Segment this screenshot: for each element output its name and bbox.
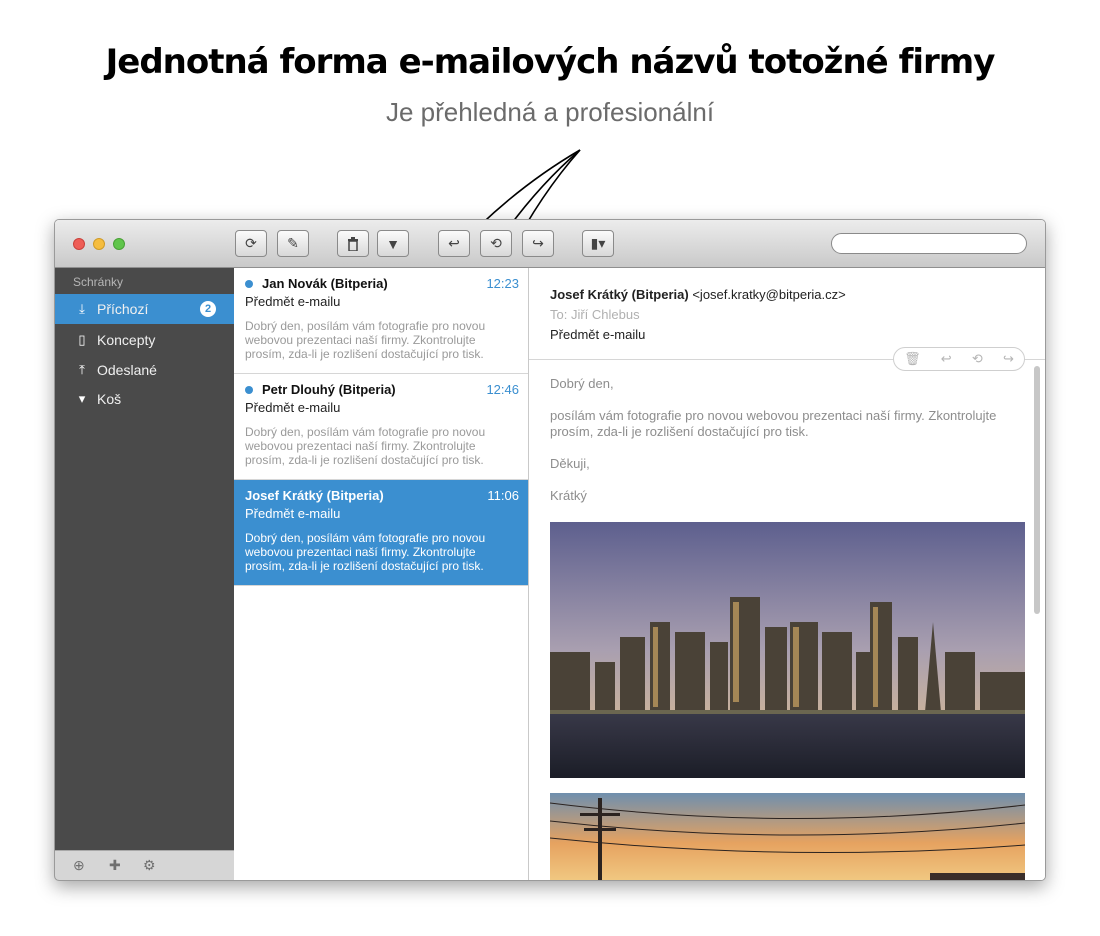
message-reader: Josef Krátký (Bitperia) <josef.kratky@bi…	[529, 268, 1045, 880]
sidebar-item-label: Odeslané	[97, 362, 157, 378]
body-thanks: Děkuji,	[550, 456, 590, 471]
forward-button[interactable]: ↪	[522, 230, 554, 257]
trash-icon	[348, 236, 358, 251]
sidebar-item-label: Koncepty	[97, 332, 156, 348]
body-signature: Krátký	[550, 488, 587, 503]
message-item[interactable]: Jan Novák (Bitperia) 12:23 Předmět e-mai…	[234, 268, 528, 374]
message-sender: Josef Krátký (Bitperia)	[245, 488, 384, 503]
forward-icon[interactable]: ↪	[1003, 351, 1014, 367]
reader-sender-name: Josef Krátký (Bitperia)	[550, 287, 689, 302]
compose-button[interactable]: ✎	[277, 230, 309, 257]
message-subject: Předmět e-mailu	[245, 294, 341, 309]
reply-button[interactable]: ↩	[438, 230, 470, 257]
title-bar: ⟳ ✎ ▼ ↩ ⟲ ↪ ▮▾ ⌕	[55, 220, 1045, 268]
message-list: Jan Novák (Bitperia) 12:23 Předmět e-mai…	[234, 268, 529, 880]
sidebar-heading: Schránky	[73, 275, 124, 289]
trash-icon[interactable]: 🗑︎	[904, 351, 921, 367]
reply-all-button[interactable]: ⟲	[480, 230, 512, 257]
unread-dot	[245, 279, 253, 288]
reader-sender-email: <josef.kratky@bitperia.cz>	[692, 287, 846, 302]
message-sender: Jan Novák (Bitperia)	[262, 276, 388, 291]
unread-count-badge: 2	[200, 301, 216, 317]
reply-icon: ↩	[448, 235, 460, 251]
sent-icon: ⤒	[79, 362, 85, 377]
message-preview: Dobrý den, posílám vám fotografie pro no…	[245, 319, 486, 361]
mail-window: ⟳ ✎ ▼ ↩ ⟲ ↪ ▮▾ ⌕ Schránky ⤓ Příchozí	[54, 219, 1046, 881]
message-preview: Dobrý den, posílám vám fotografie pro no…	[245, 531, 486, 573]
forward-icon: ↪	[532, 235, 544, 251]
sidebar-item-label: Koš	[97, 391, 122, 407]
close-window-button[interactable]	[73, 238, 85, 250]
search-input[interactable]	[831, 233, 1027, 254]
message-time: 11:06	[487, 488, 519, 503]
reader-subject: Předmět e-mailu	[550, 327, 646, 342]
sidebar-item-drafts[interactable]: ▯ Koncepty	[55, 325, 234, 355]
sidebar-item-trash[interactable]: ▾ Koš	[55, 384, 234, 414]
upload-icon[interactable]: ⊕	[73, 857, 85, 874]
message-time: 12:46	[486, 382, 519, 397]
message-item[interactable]: Petr Dlouhý (Bitperia) 12:46 Předmět e-m…	[234, 374, 528, 480]
sidebar-item-sent[interactable]: ⤒ Odeslané	[55, 355, 234, 385]
message-time: 12:23	[486, 276, 519, 291]
reply-all-icon: ⟲	[490, 235, 502, 251]
reader-actions: 🗑︎ ↩ ⟲ ↪	[893, 347, 1025, 371]
sidebar: Schránky ⤓ Příchozí 2 ▯ Koncepty ⤒ Odesl…	[55, 268, 234, 880]
city-skyline-photo	[550, 522, 1025, 778]
subheadline: Je přehledná a profesionální	[385, 97, 715, 127]
refresh-icon: ⟳	[245, 235, 257, 251]
body-greeting: Dobrý den,	[550, 376, 614, 391]
body-text: posílám vám fotografie pro novou webovou…	[550, 408, 997, 439]
document-icon: ▯	[78, 332, 86, 347]
message-item-selected[interactable]: Josef Krátký (Bitperia) 11:06 Předmět e-…	[234, 480, 528, 586]
reader-body: Dobrý den, posílám vám fotografie pro no…	[550, 376, 1020, 520]
message-subject: Předmět e-mailu	[245, 400, 341, 415]
reader-from: Josef Krátký (Bitperia) <josef.kratky@bi…	[550, 287, 846, 302]
reader-to: To: Jiří Chlebus	[550, 307, 640, 322]
sidebar-item-label: Příchozí	[97, 301, 149, 317]
add-icon[interactable]: ✚	[109, 857, 121, 874]
inbox-icon: ⤓	[79, 301, 85, 316]
sidebar-item-inbox[interactable]: ⤓ Příchozí 2	[55, 294, 234, 324]
trash-icon: ▾	[78, 391, 86, 406]
refresh-button[interactable]: ⟳	[235, 230, 267, 257]
sunset-power-lines-photo	[550, 793, 1025, 880]
flag-dropdown-icon: ▮▾	[590, 235, 606, 251]
maximize-window-button[interactable]	[113, 238, 125, 250]
compose-icon: ✎	[287, 235, 299, 251]
junk-button[interactable]: ▼	[377, 230, 409, 257]
reply-all-icon[interactable]: ⟲	[972, 351, 983, 367]
minimize-window-button[interactable]	[93, 238, 105, 250]
gear-icon[interactable]: ⚙	[143, 857, 156, 874]
reply-icon[interactable]: ↩	[941, 351, 952, 367]
unread-dot	[245, 385, 253, 394]
delete-button[interactable]	[337, 230, 369, 257]
flag-button[interactable]: ▮▾	[582, 230, 614, 257]
sidebar-footer: ⊕ ✚ ⚙	[55, 850, 234, 880]
headline: Jednotná forma e-mailových názvů totožné…	[105, 42, 996, 82]
message-sender: Petr Dlouhý (Bitperia)	[262, 382, 396, 397]
reader-scrollbar[interactable]	[1034, 366, 1040, 614]
message-subject: Předmět e-mailu	[245, 506, 341, 521]
message-preview: Dobrý den, posílám vám fotografie pro no…	[245, 425, 486, 467]
thumbs-down-icon: ▼	[386, 235, 400, 252]
